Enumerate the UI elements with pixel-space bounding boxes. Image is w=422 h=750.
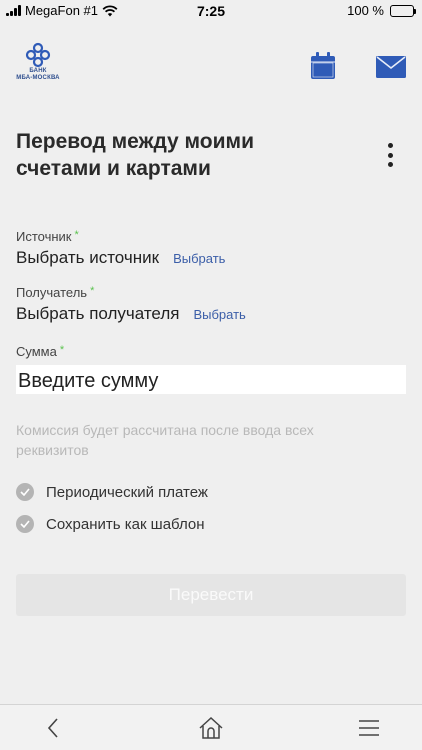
required-mark: * (90, 285, 95, 297)
mail-button[interactable] (376, 56, 406, 78)
page-title-line-2: счетами и картами (16, 157, 211, 180)
page-title-line-1: Перевод между моими (16, 130, 254, 153)
source-label-text: Источник (16, 229, 72, 244)
periodic-payment-option[interactable]: Периодический платеж (16, 483, 208, 501)
more-vertical-icon[interactable] (382, 143, 398, 167)
checkmark-icon[interactable] (16, 515, 34, 533)
bank-logo[interactable]: БАНК МБА-МОСКВА (14, 42, 62, 82)
required-mark: * (59, 344, 65, 356)
amount-input[interactable] (16, 365, 406, 394)
status-bar-right: 100 % (347, 3, 416, 18)
status-bar: MegaFon #1 7:25 100 % (0, 0, 422, 22)
screen: MegaFon #1 7:25 100 % БАНК МБА-МОСКВА Пе… (0, 0, 422, 750)
menu-button[interactable] (356, 715, 382, 741)
back-icon (47, 718, 58, 738)
page-title: Перевод между моими счетами и картами (16, 128, 336, 182)
recipient-label: Получатель * (16, 285, 94, 300)
home-icon (199, 716, 223, 739)
commission-hint: Комиссия будет рассчитана после ввода вс… (16, 422, 314, 458)
source-label: Источник * (16, 229, 79, 244)
periodic-payment-label: Периодический платеж (46, 483, 208, 501)
bottom-tab-bar (0, 704, 422, 750)
save-template-option[interactable]: Сохранить как шаблон (16, 515, 205, 533)
source-choose-link[interactable]: Выбрать (173, 251, 225, 266)
source-field[interactable]: Выбрать источник Выбрать (16, 248, 225, 268)
home-button[interactable] (198, 715, 224, 741)
checkmark-icon[interactable] (16, 483, 34, 501)
app-header: БАНК МБА-МОСКВА (0, 38, 422, 98)
recipient-choose-link[interactable]: Выбрать (193, 307, 245, 322)
bank-logo-icon (25, 42, 51, 68)
transfer-button[interactable]: Перевести (16, 574, 406, 616)
calendar-button[interactable] (310, 52, 336, 80)
amount-label-text: Сумма (16, 344, 57, 359)
required-mark: * (74, 229, 79, 241)
save-template-label: Сохранить как шаблон (46, 515, 205, 533)
battery-icon (390, 4, 416, 17)
amount-label: Сумма * (16, 344, 64, 359)
recipient-label-text: Получатель (16, 285, 88, 300)
recipient-field[interactable]: Выбрать получателя Выбрать (16, 304, 246, 324)
logo-text-bank: БАНК (29, 68, 47, 74)
source-value[interactable]: Выбрать источник (16, 248, 159, 267)
battery-percent: 100 % (347, 3, 384, 18)
calendar-icon (311, 52, 335, 79)
back-button[interactable] (40, 715, 66, 741)
recipient-value[interactable]: Выбрать получателя (16, 304, 179, 323)
logo-text-name: МБА-МОСКВА (16, 75, 60, 81)
mail-icon (376, 56, 406, 78)
menu-icon (359, 720, 379, 736)
